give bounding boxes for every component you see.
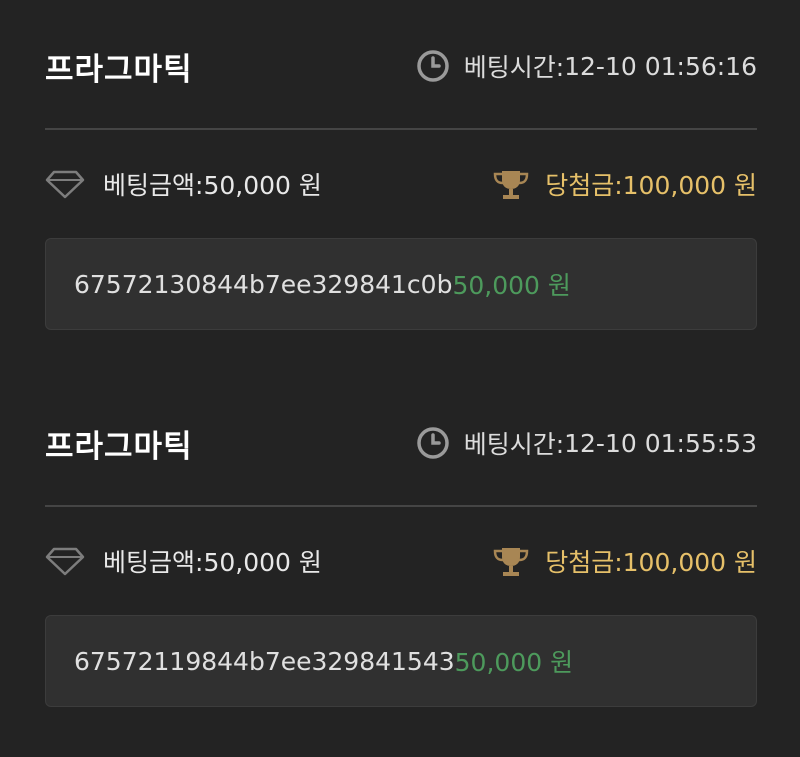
bet-header: 프라그마틱 베팅시간: 12-10 01:56:16 — [45, 40, 757, 92]
clock-icon — [416, 49, 450, 83]
round-amount: 50,000 원 — [454, 648, 574, 677]
bet-time-label: 베팅시간: — [463, 53, 565, 82]
round-id: 67572130844b7ee329841c0b — [74, 269, 453, 299]
bet-history-list: 프라그마틱 베팅시간: 12-10 01:56:16 베팅금액: 50,000 … — [0, 0, 800, 757]
trophy-icon — [491, 167, 531, 201]
bet-amounts: 베팅금액: 50,000 원 당첨금: 100,000 원 — [45, 160, 757, 208]
win-amount: 당첨금: 100,000 원 — [491, 543, 757, 579]
win-amount-value: 100,000 원 — [622, 171, 757, 200]
bet-amount-label: 베팅금액: — [103, 171, 204, 200]
bet-time: 베팅시간: 12-10 01:56:16 — [416, 48, 757, 84]
diamond-icon — [45, 169, 85, 199]
win-amount-value: 100,000 원 — [622, 548, 757, 577]
bet-time-label: 베팅시간: — [463, 430, 565, 459]
provider-name: 프라그마틱 — [45, 428, 193, 465]
round-amount: 50,000 원 — [452, 271, 571, 300]
bet-amount-value: 50,000 원 — [203, 548, 322, 577]
round-id: 67572119844b7ee329841543 — [74, 646, 455, 676]
bet-history-item[interactable]: 프라그마틱 베팅시간: 12-10 01:56:16 베팅금액: 50,000 … — [45, 40, 757, 330]
win-amount-label: 당첨금: — [545, 171, 623, 200]
win-amount: 당첨금: 100,000 원 — [491, 166, 757, 202]
bet-amount: 베팅금액: 50,000 원 — [45, 166, 322, 202]
bet-amount-value: 50,000 원 — [203, 171, 322, 200]
bet-time-value: 12-10 01:56:16 — [564, 51, 757, 81]
bet-history-item[interactable]: 프라그마틱 베팅시간: 12-10 01:55:53 베팅금액: 50,000 … — [45, 417, 757, 707]
round-detail: 67572130844b7ee329841c0b 50,000 원 — [45, 238, 757, 330]
bet-time: 베팅시간: 12-10 01:55:53 — [416, 425, 757, 461]
bet-time-value: 12-10 01:55:53 — [564, 428, 757, 458]
diamond-icon — [45, 546, 85, 576]
bet-amount: 베팅금액: 50,000 원 — [45, 543, 322, 579]
win-amount-label: 당첨금: — [545, 548, 623, 577]
bet-amounts: 베팅금액: 50,000 원 당첨금: 100,000 원 — [45, 537, 757, 585]
round-detail: 67572119844b7ee329841543 50,000 원 — [45, 615, 757, 707]
bet-header: 프라그마틱 베팅시간: 12-10 01:55:53 — [45, 417, 757, 469]
divider — [45, 505, 757, 507]
provider-name: 프라그마틱 — [45, 51, 193, 88]
divider — [45, 128, 757, 130]
bet-amount-label: 베팅금액: — [103, 548, 204, 577]
trophy-icon — [491, 544, 531, 578]
clock-icon — [416, 426, 450, 460]
